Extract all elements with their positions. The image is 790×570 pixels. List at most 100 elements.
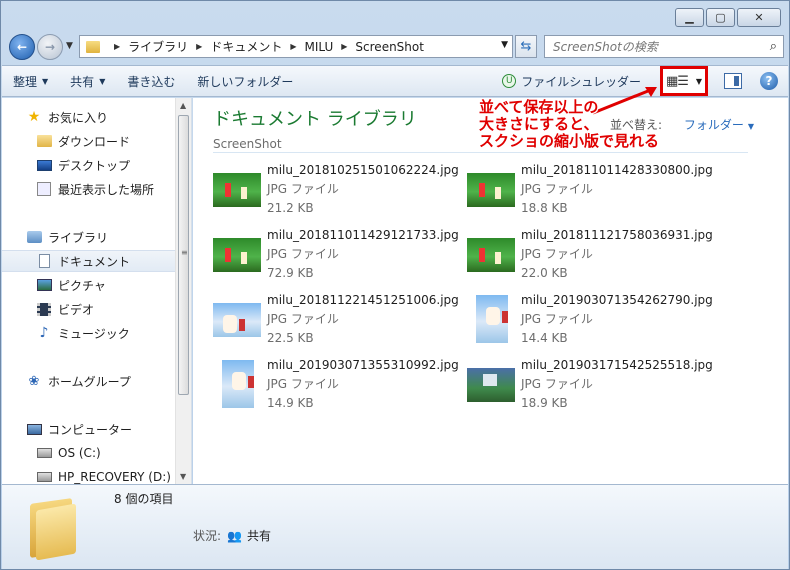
file-meta: milu_201903071355310992.jpg JPG ファイル 14.… bbox=[267, 356, 459, 413]
navigation-pane: ★ お気に入り ダウンロード デスクトップ 最近表示した場所 ライブラリ ドキュメ… bbox=[2, 98, 192, 484]
file-item[interactable]: milu_201811011428330800.jpg JPG ファイル 18.… bbox=[467, 161, 717, 219]
breadcrumb-libraries[interactable]: ライブラリ bbox=[128, 38, 188, 55]
file-item[interactable]: milu_201810251501062224.jpg JPG ファイル 21.… bbox=[213, 161, 463, 219]
file-type: JPG ファイル bbox=[267, 182, 339, 196]
annotation-line: 並べて保存以上の bbox=[479, 98, 599, 116]
burn-label: 書き込む bbox=[127, 74, 176, 89]
breadcrumb-separator-icon[interactable]: ▶ bbox=[114, 42, 120, 51]
file-meta: milu_201811011429121733.jpg JPG ファイル 72.… bbox=[267, 226, 459, 283]
share-menu[interactable]: 共有 ▼ bbox=[59, 69, 116, 93]
new-folder-button[interactable]: 新しいフォルダー bbox=[186, 69, 304, 93]
breadcrumb-screenshot[interactable]: ScreenShot bbox=[355, 40, 424, 54]
file-meta: milu_201811121758036931.jpg JPG ファイル 22.… bbox=[521, 226, 713, 283]
recent-places-icon bbox=[36, 181, 52, 197]
file-item[interactable]: milu_201811121758036931.jpg JPG ファイル 22.… bbox=[467, 226, 717, 284]
file-meta: milu_201903071354262790.jpg JPG ファイル 14.… bbox=[521, 291, 713, 348]
nav-item-videos[interactable]: ビデオ bbox=[2, 298, 176, 320]
address-dropdown-icon[interactable]: ▼ bbox=[501, 40, 508, 50]
refresh-button[interactable]: ⇆ bbox=[515, 35, 537, 58]
preview-pane-button[interactable] bbox=[724, 73, 742, 89]
nav-label: コンピューター bbox=[48, 422, 133, 437]
file-size: 14.9 KB bbox=[267, 396, 314, 410]
file-thumbnail bbox=[222, 360, 254, 408]
nav-item-homegroup[interactable]: ❀ ホームグループ bbox=[2, 370, 176, 392]
annotation-callout: 並べて保存以上の 大きさにすると、 スクショの縮小版で見れる bbox=[479, 99, 659, 150]
homegroup-icon: ❀ bbox=[28, 373, 40, 389]
scroll-thumb[interactable]: ≡ bbox=[178, 115, 189, 395]
breadcrumb-separator-icon[interactable]: ▶ bbox=[341, 42, 347, 51]
file-type: JPG ファイル bbox=[267, 247, 339, 261]
help-icon: ? bbox=[765, 74, 773, 88]
drive-icon bbox=[36, 445, 52, 461]
nav-item-desktop[interactable]: デスクトップ bbox=[2, 154, 176, 176]
nav-item-favorites[interactable]: ★ お気に入り bbox=[2, 106, 176, 128]
help-button[interactable]: ? bbox=[760, 72, 778, 90]
file-name: milu_201811221451251006.jpg bbox=[267, 293, 459, 307]
file-thumbnail bbox=[476, 295, 508, 343]
file-item[interactable]: milu_201903071354262790.jpg JPG ファイル 14.… bbox=[467, 291, 717, 349]
back-button[interactable]: ← bbox=[9, 34, 35, 60]
organize-menu[interactable]: 整理 ▼ bbox=[2, 69, 59, 93]
nav-item-music[interactable]: ♪ ミュージック bbox=[2, 322, 176, 344]
file-meta: milu_201903171542525518.jpg JPG ファイル 18.… bbox=[521, 356, 713, 413]
library-header: ドキュメント ライブラリ ScreenShot bbox=[213, 105, 417, 151]
breadcrumb-milu[interactable]: MILU bbox=[305, 40, 334, 54]
arrange-by-dropdown[interactable]: フォルダー ▼ bbox=[684, 118, 754, 132]
file-type: JPG ファイル bbox=[521, 377, 593, 391]
file-meta: milu_201810251501062224.jpg JPG ファイル 21.… bbox=[267, 161, 459, 218]
nav-label: HP_RECOVERY (D:) bbox=[58, 470, 171, 484]
forward-button[interactable]: → bbox=[37, 34, 63, 60]
nav-item-computer[interactable]: コンピューター bbox=[2, 418, 176, 440]
nav-item-documents[interactable]: ドキュメント bbox=[2, 250, 176, 272]
nav-item-drive-c[interactable]: OS (C:) bbox=[2, 442, 176, 464]
scroll-down-icon[interactable]: ▼ bbox=[180, 472, 186, 481]
recent-pages-dropdown[interactable]: ▼ bbox=[66, 41, 73, 51]
minimize-button[interactable]: ▁ bbox=[675, 8, 704, 27]
breadcrumb-documents[interactable]: ドキュメント bbox=[210, 38, 282, 55]
music-icon: ♪ bbox=[39, 325, 49, 341]
file-type: JPG ファイル bbox=[521, 312, 593, 326]
nav-item-libraries[interactable]: ライブラリ bbox=[2, 226, 176, 248]
file-name: milu_201903171542525518.jpg bbox=[521, 358, 713, 372]
search-icon[interactable]: ⌕ bbox=[770, 39, 777, 54]
close-button[interactable]: ✕ bbox=[737, 8, 781, 27]
file-thumbnail bbox=[213, 303, 261, 337]
file-type: JPG ファイル bbox=[267, 312, 339, 326]
refresh-icon: ⇆ bbox=[520, 39, 532, 54]
search-box[interactable]: ⌕ bbox=[544, 35, 784, 58]
file-size: 18.9 KB bbox=[521, 396, 568, 410]
file-item[interactable]: milu_201903071355310992.jpg JPG ファイル 14.… bbox=[213, 356, 463, 414]
nav-label: ミュージック bbox=[58, 326, 130, 341]
file-item[interactable]: milu_201811221451251006.jpg JPG ファイル 22.… bbox=[213, 291, 463, 349]
file-item[interactable]: milu_201811011429121733.jpg JPG ファイル 72.… bbox=[213, 226, 463, 284]
star-icon: ★ bbox=[27, 109, 41, 125]
nav-label: ビデオ bbox=[58, 302, 95, 317]
nav-item-drive-d[interactable]: HP_RECOVERY (D:) bbox=[2, 466, 176, 484]
nav-item-downloads[interactable]: ダウンロード bbox=[2, 130, 176, 152]
chevron-down-icon[interactable]: ▼ bbox=[696, 77, 702, 86]
forward-arrow-icon: → bbox=[44, 40, 56, 54]
file-size: 14.4 KB bbox=[521, 331, 568, 345]
file-name: milu_201810251501062224.jpg bbox=[267, 163, 459, 177]
file-thumbnail bbox=[213, 238, 261, 272]
scroll-up-icon[interactable]: ▲ bbox=[180, 101, 186, 110]
grip-icon: ≡ bbox=[181, 248, 188, 257]
breadcrumb-separator-icon[interactable]: ▶ bbox=[290, 42, 296, 51]
search-input[interactable] bbox=[553, 39, 753, 54]
file-item[interactable]: milu_201903171542525518.jpg JPG ファイル 18.… bbox=[467, 356, 717, 414]
burn-button[interactable]: 書き込む bbox=[116, 69, 186, 93]
maximize-button[interactable]: ▢ bbox=[706, 8, 735, 27]
share-label: 共有 bbox=[70, 74, 95, 89]
nav-item-pictures[interactable]: ピクチャ bbox=[2, 274, 176, 296]
library-icon bbox=[26, 229, 42, 245]
file-thumbnail bbox=[467, 238, 515, 272]
file-name: milu_201811011429121733.jpg bbox=[267, 228, 459, 242]
breadcrumb-separator-icon[interactable]: ▶ bbox=[196, 42, 202, 51]
address-bar[interactable]: ▶ ライブラリ ▶ ドキュメント ▶ MILU ▶ ScreenShot ▼ bbox=[79, 35, 513, 58]
nav-scrollbar[interactable]: ▲ ≡ ▼ bbox=[175, 98, 191, 484]
item-count: 8 個の項目 bbox=[114, 492, 174, 506]
nav-label: OS (C:) bbox=[58, 446, 101, 460]
nav-item-recent-places[interactable]: 最近表示した場所 bbox=[2, 178, 176, 200]
file-size: 21.2 KB bbox=[267, 201, 314, 215]
nav-label: ライブラリ bbox=[48, 230, 109, 245]
